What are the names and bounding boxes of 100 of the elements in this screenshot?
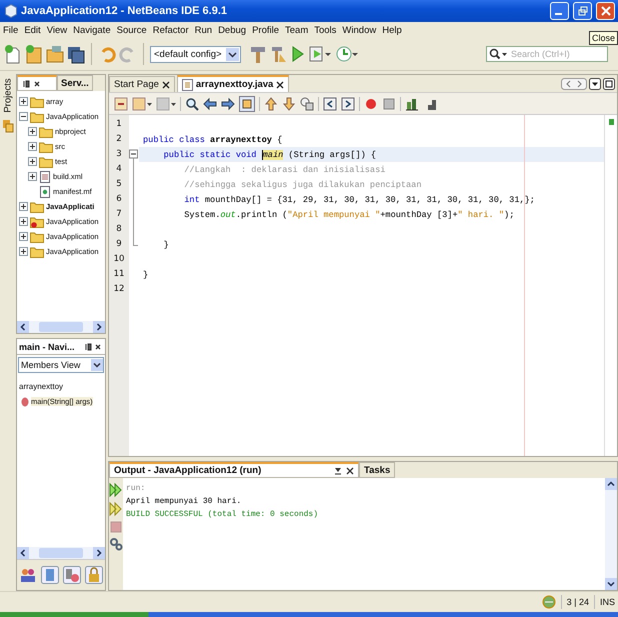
menu-item[interactable]: Debug: [218, 24, 246, 36]
line-number: 1: [115, 118, 123, 131]
scroll-right-icon[interactable]: [93, 321, 105, 333]
rerun-icon[interactable]: [109, 482, 123, 498]
file-icon: [39, 186, 51, 198]
expand-icon[interactable]: [19, 247, 28, 256]
menu-item[interactable]: View: [46, 24, 68, 36]
broom-hammer-icon[interactable]: [270, 44, 288, 64]
view-dropdown[interactable]: Members View: [18, 357, 104, 373]
menu-item[interactable]: Edit: [24, 24, 41, 36]
expand-icon[interactable]: [19, 97, 28, 106]
side-tab[interactable]: Projects: [1, 74, 15, 116]
stop-icon[interactable]: [382, 96, 396, 110]
rerun-icon[interactable]: [109, 501, 123, 517]
output-tab[interactable]: Tasks: [359, 462, 396, 478]
expand-icon[interactable]: [19, 217, 28, 226]
debug-icon[interactable]: [308, 44, 332, 64]
editor-tab[interactable]: arraynexttoy.java: [176, 75, 290, 92]
new-project-icon[interactable]: [25, 44, 43, 64]
scroll-right-icon[interactable]: [93, 547, 105, 559]
maximize-icon[interactable]: [603, 78, 615, 90]
components-icon[interactable]: [63, 566, 81, 584]
code-line: public class arraynexttoy {: [143, 135, 282, 145]
expand-icon[interactable]: [19, 232, 28, 241]
scroll-left-icon[interactable]: [17, 547, 29, 559]
scroll-left-icon[interactable]: [17, 321, 29, 333]
expand-icon[interactable]: [19, 202, 28, 211]
windows-icon: [2, 119, 14, 133]
scroll-up-icon[interactable]: [605, 478, 617, 490]
people-icon[interactable]: [19, 566, 37, 584]
arrow-down-icon[interactable]: [282, 96, 296, 110]
output-line: BUILD SUCCESSFUL (total time: 0 seconds): [126, 509, 320, 521]
horizontal-scrollbar[interactable]: [17, 547, 105, 559]
code-line: //sehingga sekaligus juga dilakukan penciptaan: [183, 180, 422, 190]
hammer-icon[interactable]: [249, 44, 267, 64]
panel-tab[interactable]: Serv...: [57, 75, 93, 91]
expand-icon[interactable]: [28, 127, 37, 136]
tree-item[interactable]: arraynexttoy: [19, 382, 64, 391]
arrow-left-icon[interactable]: [203, 96, 217, 110]
line-number: 10: [112, 253, 126, 266]
file-icon: [182, 78, 193, 90]
shift-left-icon[interactable]: [323, 96, 337, 110]
save-icon[interactable]: [67, 44, 85, 64]
menu-item[interactable]: Team: [285, 24, 308, 36]
record-icon[interactable]: [364, 96, 378, 110]
menu-item[interactable]: Source: [116, 24, 147, 36]
close-icon[interactable]: [162, 80, 170, 88]
output-tab[interactable]: Output - JavaApplication12 (run): [109, 462, 359, 478]
folder-icon: [39, 156, 53, 168]
minimize-close-icon[interactable]: [83, 342, 103, 352]
arrow-right-icon[interactable]: [221, 96, 235, 110]
minimize-icon[interactable]: [334, 466, 342, 474]
back-icon[interactable]: [132, 96, 152, 110]
history-icon[interactable]: [114, 96, 128, 110]
minimize-button[interactable]: [550, 2, 569, 20]
highlight-icon[interactable]: [239, 96, 255, 112]
folder-icon: [30, 200, 44, 212]
horizontal-scrollbar[interactable]: [17, 321, 105, 333]
restore-button[interactable]: [573, 2, 592, 20]
code-line: }: [143, 270, 148, 280]
close-icon[interactable]: [276, 80, 284, 88]
close-button[interactable]: [596, 2, 615, 20]
menu-item[interactable]: Navigate: [73, 24, 111, 36]
expand-icon[interactable]: [28, 142, 37, 151]
shapes-icon[interactable]: [300, 96, 314, 110]
menu-item[interactable]: Window: [342, 24, 376, 36]
line-number: 3: [115, 148, 123, 161]
panel-tab[interactable]: [17, 75, 57, 91]
menu-item[interactable]: Help: [382, 24, 402, 36]
expand-icon[interactable]: [28, 172, 37, 181]
close-icon[interactable]: [346, 466, 354, 474]
menu-item[interactable]: Run: [194, 24, 212, 36]
line-number: 7: [115, 208, 123, 221]
menu-item[interactable]: Tools: [314, 24, 336, 36]
clock-icon[interactable]: [335, 44, 359, 64]
chart-icon[interactable]: [405, 96, 419, 110]
vertical-scrollbar[interactable]: [605, 478, 617, 590]
menu-item[interactable]: File: [3, 24, 18, 36]
menu-item[interactable]: Refactor: [152, 24, 189, 36]
forward-icon[interactable]: [156, 96, 176, 110]
line-number: 9: [115, 238, 123, 251]
editor-tab[interactable]: Start Page: [109, 76, 175, 92]
fold-toggle-icon[interactable]: [129, 147, 138, 162]
line-number: 12: [112, 283, 126, 296]
shift-right-icon[interactable]: [341, 96, 355, 110]
search-icon[interactable]: [185, 96, 199, 110]
line-number: 6: [115, 193, 123, 206]
new-file-icon[interactable]: [4, 44, 22, 64]
config-dropdown[interactable]: <default config>: [150, 46, 241, 62]
lock-icon[interactable]: [85, 566, 103, 584]
run-icon[interactable]: [291, 44, 305, 64]
xml-file-icon: [39, 170, 51, 182]
expand-icon[interactable]: [28, 157, 37, 166]
arrow-up-icon[interactable]: [264, 96, 278, 110]
scroll-down-icon[interactable]: [605, 578, 617, 590]
menu-item[interactable]: Profile: [252, 24, 279, 36]
collapse-icon[interactable]: [19, 112, 28, 121]
dropdown-icon[interactable]: [589, 78, 601, 90]
device-icon[interactable]: [41, 566, 59, 584]
output-line: run:: [126, 483, 146, 495]
